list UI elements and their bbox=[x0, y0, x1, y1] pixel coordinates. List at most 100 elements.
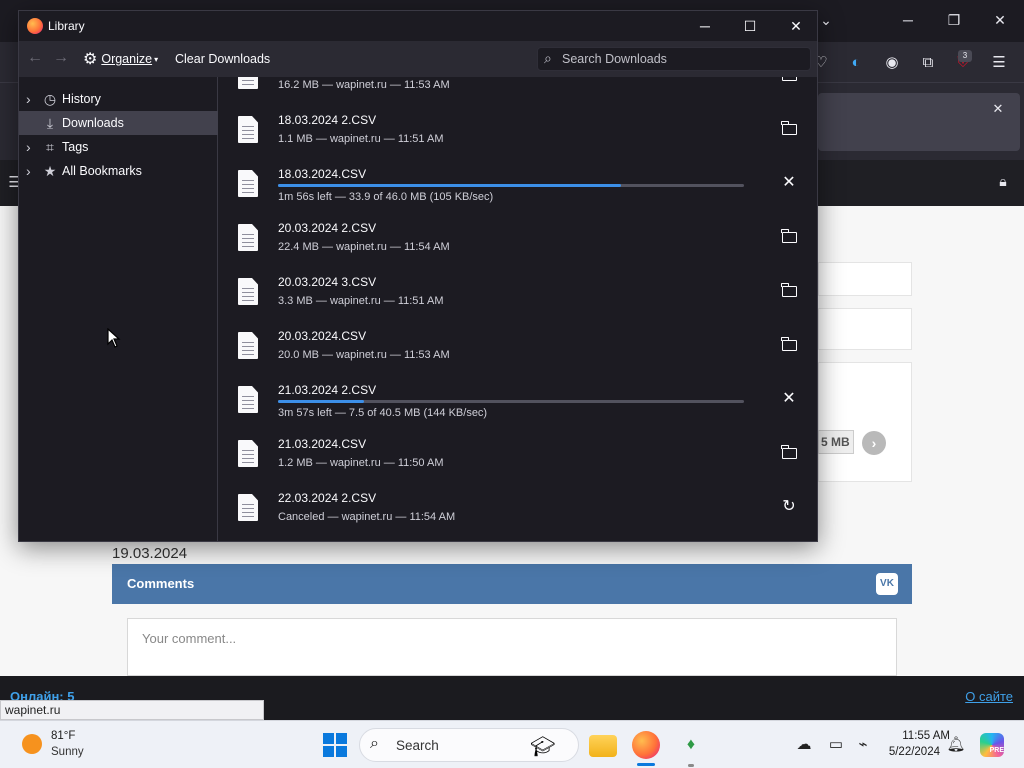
folder-icon[interactable] bbox=[778, 77, 800, 86]
weather-temperature[interactable]: 81°F bbox=[51, 730, 75, 742]
file-icon bbox=[238, 440, 258, 467]
cancel-icon[interactable]: ✕ bbox=[778, 172, 800, 194]
windows-taskbar: 81°F Sunny ⌕ Search 🎓︎ ♦ ☁ ▭ ⌁ 11:55 AM … bbox=[0, 720, 1024, 768]
start-button[interactable] bbox=[323, 733, 347, 757]
app-menu-icon[interactable]: ☰ bbox=[988, 53, 1010, 73]
download-filename: 20.03.2024.CSV bbox=[278, 329, 367, 343]
download-row[interactable]: 20.03.2024.CSV 20.0 MB — wapinet.ru — 11:… bbox=[219, 319, 817, 373]
account-icon[interactable]: ◉ bbox=[881, 53, 903, 73]
download-row[interactable]: 20.03.2024 3.CSV 3.3 MB — wapinet.ru — 11… bbox=[219, 265, 817, 319]
windows-logo-icon bbox=[336, 746, 347, 757]
chevron-right-icon[interactable]: › bbox=[26, 87, 36, 111]
library-maximize-button[interactable]: ☐ bbox=[738, 16, 762, 36]
comments-header: Comments VK bbox=[112, 564, 912, 604]
sun-icon[interactable] bbox=[22, 734, 42, 754]
download-filename: 21.03.2024 2.CSV bbox=[278, 383, 377, 397]
network-icon[interactable]: ⌁ bbox=[853, 735, 873, 753]
gear-icon: ⚙ bbox=[83, 50, 98, 68]
file-icon bbox=[238, 494, 258, 521]
forward-arrow-icon[interactable]: → bbox=[53, 49, 69, 67]
search-icon: ⌕ bbox=[544, 50, 552, 66]
taskbar-search[interactable]: ⌕ Search 🎓︎ bbox=[359, 728, 579, 762]
display-icon[interactable]: ▭ bbox=[826, 735, 846, 753]
download-filename: 18.03.2024.CSV bbox=[278, 167, 367, 181]
folder-shape bbox=[781, 229, 797, 243]
folder-shape bbox=[782, 77, 797, 81]
download-status: Canceled — wapinet.ru — 11:54 AM bbox=[278, 511, 456, 523]
sidebar-item-history[interactable]: › ◷ History bbox=[19, 87, 218, 111]
chevron-right-icon[interactable]: › bbox=[26, 159, 36, 183]
download-row[interactable]: 16.2 MB — wapinet.ru — 11:53 AM bbox=[219, 77, 817, 103]
sidebar-item-tags[interactable]: › ⌗ Tags bbox=[19, 135, 218, 159]
folder-shape bbox=[781, 337, 797, 351]
download-status: 20.0 MB — wapinet.ru — 11:53 AM bbox=[278, 349, 450, 361]
sidebar-item-label: Tags bbox=[62, 140, 89, 154]
download-row[interactable]: 21.03.2024.CSV 1.2 MB — wapinet.ru — 11:5… bbox=[219, 427, 817, 481]
mongodb-icon[interactable]: ♦ bbox=[677, 731, 705, 759]
folder-icon[interactable] bbox=[778, 442, 800, 464]
chevron-down-icon: ▾ bbox=[154, 54, 159, 64]
taskbar-search-label: Search bbox=[396, 738, 439, 753]
clear-downloads-button[interactable]: Clear Downloads bbox=[175, 49, 270, 69]
weather-condition[interactable]: Sunny bbox=[51, 746, 84, 758]
about-link[interactable]: О сайте bbox=[965, 689, 1013, 704]
sidebar-item-all-bookmarks[interactable]: › ★ All Bookmarks bbox=[19, 159, 218, 183]
download-progress-fill bbox=[278, 400, 365, 403]
file-icon bbox=[238, 386, 258, 413]
file-explorer-icon[interactable] bbox=[589, 735, 617, 757]
comment-input[interactable] bbox=[128, 619, 896, 658]
file-icon bbox=[238, 170, 258, 197]
search-downloads-input[interactable] bbox=[562, 49, 806, 69]
sidebar-item-downloads[interactable]: ⤓ Downloads bbox=[19, 111, 218, 135]
download-row[interactable]: 20.03.2024 2.CSV 22.4 MB — wapinet.ru — 1… bbox=[219, 211, 817, 265]
search-downloads-box[interactable]: ⌕ bbox=[537, 47, 811, 71]
library-minimize-button[interactable]: ─ bbox=[693, 16, 717, 36]
notification-close-icon[interactable]: ✕ bbox=[987, 99, 1009, 119]
download-status: 22.4 MB — wapinet.ru — 11:54 AM bbox=[278, 241, 450, 253]
download-row[interactable]: 18.03.2024.CSV 1m 56s left — 33.9 of 46.0… bbox=[219, 157, 817, 211]
file-size-chip: 5 MB bbox=[818, 430, 854, 454]
onedrive-icon[interactable]: ☁ bbox=[794, 735, 814, 753]
browser-close-button[interactable]: ✕ bbox=[990, 12, 1010, 29]
firefox-icon[interactable] bbox=[632, 731, 660, 759]
library-close-button[interactable]: ✕ bbox=[784, 16, 808, 36]
download-row[interactable]: 21.03.2024 2.CSV 3m 57s left — 7.5 of 40.… bbox=[219, 373, 817, 427]
library-window: Library ─ ☐ ✕ ← → ⚙ Organize ▾ Clear Downl… bbox=[18, 10, 818, 542]
folder-icon[interactable] bbox=[778, 118, 800, 140]
extensions-icon[interactable]: ⧉ bbox=[917, 53, 939, 73]
star-icon: ★ bbox=[43, 163, 57, 179]
comment-box[interactable] bbox=[127, 618, 897, 676]
vk-icon[interactable]: VK bbox=[876, 573, 898, 595]
folder-icon[interactable] bbox=[778, 280, 800, 302]
windows-logo-icon bbox=[323, 746, 334, 757]
cancel-icon[interactable]: ✕ bbox=[778, 388, 800, 410]
organize-button[interactable]: ⚙ Organize ▾ bbox=[83, 49, 158, 69]
library-titlebar: Library ─ ☐ ✕ bbox=[19, 11, 817, 41]
folder-icon[interactable] bbox=[778, 226, 800, 248]
copilot-pre-icon[interactable]: PRE bbox=[980, 733, 1004, 757]
clock-date[interactable]: 5/22/2024 bbox=[880, 746, 940, 758]
download-filename: 20.03.2024 2.CSV bbox=[278, 221, 377, 235]
back-arrow-icon[interactable]: ← bbox=[27, 49, 43, 67]
notification-bell-icon[interactable]: 🔔︎ bbox=[946, 735, 966, 753]
sidebar-item-label: Downloads bbox=[62, 116, 124, 130]
library-title: Library bbox=[48, 19, 85, 33]
chevron-right-icon[interactable]: › bbox=[26, 135, 36, 159]
next-arrow-icon[interactable]: › bbox=[862, 431, 886, 455]
browser-minimize-button[interactable]: ─ bbox=[898, 12, 918, 28]
download-status: 3m 57s left — 7.5 of 40.5 MB (144 KB/sec… bbox=[278, 407, 488, 419]
browser-tabs-chevron-icon[interactable]: ⌄ bbox=[816, 12, 836, 29]
downloads-list[interactable]: 16.2 MB — wapinet.ru — 11:53 AM 18.03.202… bbox=[219, 77, 817, 541]
download-row[interactable]: 18.03.2024 2.CSV 1.1 MB — wapinet.ru — 11… bbox=[219, 103, 817, 157]
vpn-extension-icon[interactable]: ◐ bbox=[845, 53, 867, 73]
download-row[interactable]: 22.03.2024 2.CSV Canceled — wapinet.ru — … bbox=[219, 481, 817, 535]
browser-maximize-button[interactable]: ❐ bbox=[944, 12, 964, 29]
app-running-indicator bbox=[688, 764, 694, 767]
site-lock-icon[interactable]: 🔒︎ bbox=[992, 171, 1014, 191]
organize-label: Organize bbox=[101, 52, 153, 66]
clock-time[interactable]: 11:55 AM bbox=[880, 730, 950, 742]
link-status-bar: wapinet.ru bbox=[0, 700, 264, 720]
folder-icon[interactable] bbox=[778, 334, 800, 356]
download-status: 1.2 MB — wapinet.ru — 11:50 AM bbox=[278, 457, 444, 469]
retry-icon[interactable]: ↻ bbox=[778, 496, 800, 518]
